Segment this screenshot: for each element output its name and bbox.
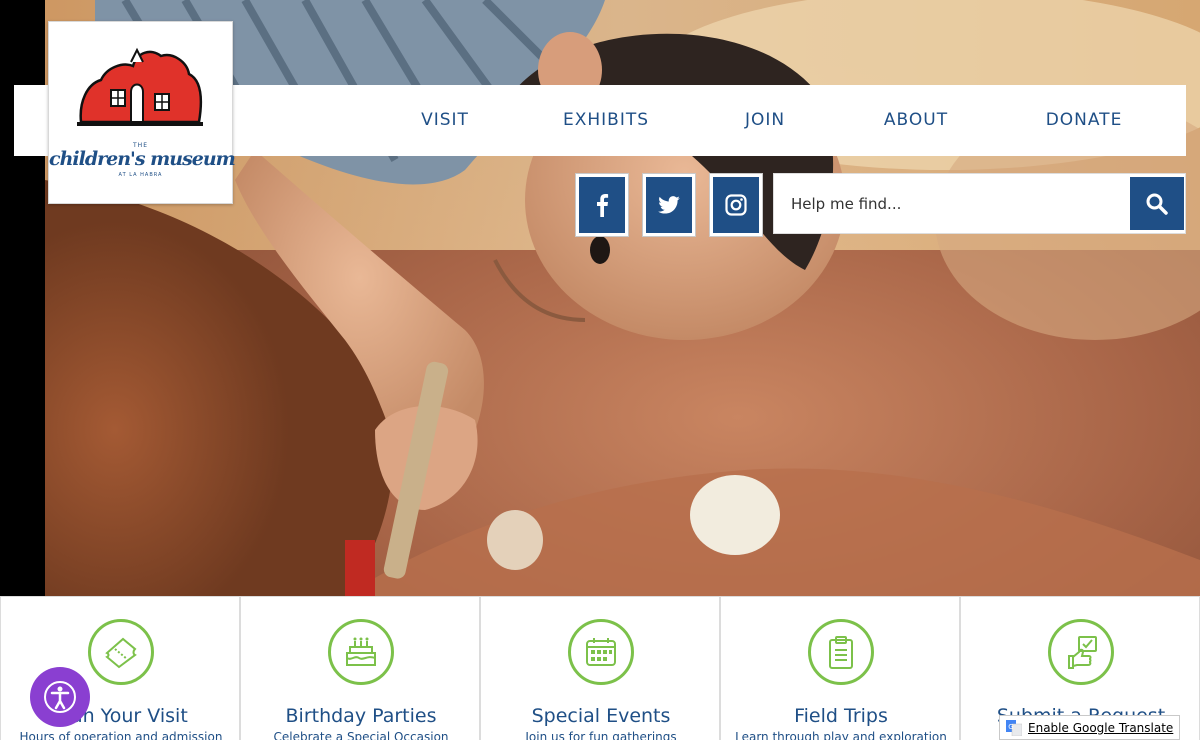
nav-visit[interactable]: VISIT (410, 85, 480, 156)
quick-link-birthday-parties[interactable]: Birthday Parties Celebrate a Special Occ… (240, 597, 480, 740)
instagram-icon (725, 194, 747, 216)
accessibility-button[interactable] (30, 667, 90, 727)
quick-link-plan-visit[interactable]: Plan Your Visit Hours of operation and a… (0, 597, 240, 740)
quick-link-special-events[interactable]: Special Events Join us for fun gathering… (480, 597, 720, 740)
quick-link-title: Special Events (531, 705, 671, 727)
logo-text-location: AT LA HABRA (118, 172, 163, 178)
svg-text:G: G (1008, 723, 1013, 731)
quick-link-subtitle: Join us for fun gatherings (525, 730, 677, 740)
request-icon (1048, 619, 1114, 685)
quick-link-subtitle: Hours of operation and admission (19, 730, 223, 740)
clipboard-icon (808, 619, 874, 685)
nav-exhibits[interactable]: EXHIBITS (556, 85, 656, 156)
cake-icon (328, 619, 394, 685)
quick-link-title: Field Trips (794, 705, 888, 727)
quick-link-field-trips[interactable]: Field Trips Learn through play and explo… (720, 597, 960, 740)
ticket-icon (88, 619, 154, 685)
quick-link-title: Birthday Parties (285, 705, 437, 727)
accessibility-icon (44, 681, 76, 713)
twitter-link[interactable] (642, 173, 696, 237)
google-translate-button[interactable]: G Enable Google Translate (999, 715, 1180, 740)
nav-join[interactable]: JOIN (732, 85, 798, 156)
quick-link-subtitle: Celebrate a Special Occasion (273, 730, 449, 740)
nav-donate[interactable]: DONATE (1034, 85, 1134, 156)
search-bar (773, 173, 1186, 234)
google-translate-icon: G (1006, 719, 1022, 736)
facebook-link[interactable] (575, 173, 629, 237)
search-button[interactable] (1130, 177, 1184, 230)
search-input[interactable] (774, 174, 1130, 233)
museum-logo[interactable]: THE children's museum AT LA HABRA (48, 21, 236, 204)
nav-about[interactable]: ABOUT (872, 85, 960, 156)
google-translate-label: Enable Google Translate (1028, 720, 1174, 735)
search-icon (1146, 193, 1168, 215)
instagram-link[interactable] (709, 173, 763, 237)
facebook-icon (597, 194, 609, 217)
twitter-icon (658, 196, 680, 214)
quick-link-subtitle: Learn through play and exploration (735, 730, 947, 740)
calendar-icon (568, 619, 634, 685)
logo-text-main: children's museum (49, 148, 236, 170)
